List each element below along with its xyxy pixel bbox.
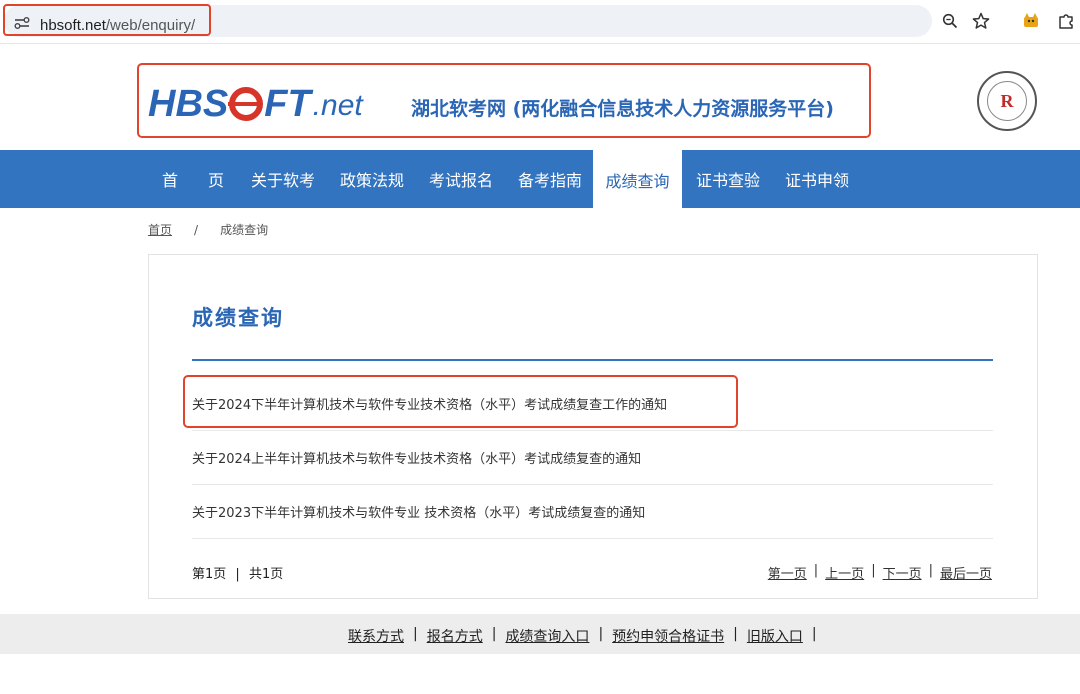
url-highlight-box <box>3 4 211 36</box>
bookmark-star-icon[interactable] <box>970 10 992 32</box>
certification-emblem-icon: R <box>977 71 1037 131</box>
footer-separator: | <box>598 626 604 642</box>
footer-link-contact[interactable]: 联系方式 <box>348 626 404 646</box>
nav-item-cert-apply[interactable]: 证书申领 <box>785 150 849 208</box>
nav-item-about[interactable]: 关于软考 <box>251 150 315 208</box>
site-header: HBS FT .net 湖北软考网 (两化融合信息技术人力资源服务平台) R <box>0 44 1080 150</box>
extensions-puzzle-icon[interactable] <box>1055 10 1077 32</box>
footer-separator: | <box>733 626 738 642</box>
breadcrumb-home-link[interactable]: 首页 <box>148 223 172 237</box>
footer-separator: | <box>413 626 418 642</box>
notice-highlight-box <box>183 375 738 428</box>
pager-first-link[interactable]: 第一页 <box>768 563 807 582</box>
breadcrumb: 首页 / 成绩查询 <box>148 221 268 238</box>
footer-separator: | <box>811 626 817 642</box>
footer-link-registration[interactable]: 报名方式 <box>427 626 483 646</box>
nav-item-cert-verify[interactable]: 证书查验 <box>696 150 760 208</box>
site-footer: 联系方式 | 报名方式 | 成绩查询入口 | 预约申领合格证书 | 旧版入口 | <box>0 614 1080 654</box>
emblem-letter: R <box>987 81 1027 121</box>
pager-prev-link[interactable]: 上一页 <box>825 563 864 582</box>
brand-highlight-box <box>137 63 871 138</box>
page-title: 成绩查询 <box>192 306 284 330</box>
nav-item-home-2[interactable]: 页 <box>208 150 224 208</box>
pager-summary: 第1页 | 共1页 <box>192 563 283 582</box>
footer-link-cert-booking[interactable]: 预约申领合格证书 <box>612 626 724 646</box>
pager-separator: | <box>871 563 876 578</box>
nav-item-policy[interactable]: 政策法规 <box>340 150 404 208</box>
zoom-icon[interactable] <box>939 10 961 32</box>
footer-links: 联系方式 | 报名方式 | 成绩查询入口 | 预约申领合格证书 | 旧版入口 | <box>348 626 826 646</box>
notice-link-3[interactable]: 关于2023下半年计算机技术与软件专业 技术资格（水平）考试成绩复查的通知 <box>192 485 993 539</box>
main-nav: 首 页 关于软考 政策法规 考试报名 备考指南 成绩查询 证书查验 证书申领 <box>0 150 1080 209</box>
notice-link-2[interactable]: 关于2024上半年计算机技术与软件专业技术资格（水平）考试成绩复查的通知 <box>192 431 993 485</box>
nav-item-score-query[interactable]: 成绩查询 <box>593 150 682 209</box>
pager-total: 共1页 <box>248 567 284 582</box>
footer-link-old-site[interactable]: 旧版入口 <box>747 626 803 646</box>
nav-item-registration[interactable]: 考试报名 <box>429 150 493 208</box>
pager-separator: | <box>928 563 933 578</box>
pager-summary-separator: | <box>235 567 240 582</box>
breadcrumb-separator: / <box>194 223 199 237</box>
pager-links: 第一页 | 上一页 | 下一页 | 最后一页 <box>768 563 992 582</box>
footer-link-score-query[interactable]: 成绩查询入口 <box>505 626 589 646</box>
breadcrumb-current: 成绩查询 <box>220 223 269 237</box>
footer-separator: | <box>491 626 497 642</box>
pager-separator: | <box>813 563 819 578</box>
nav-item-guide[interactable]: 备考指南 <box>518 150 582 208</box>
nav-item-home-1[interactable]: 首 <box>162 150 178 208</box>
title-divider <box>192 359 993 361</box>
browser-toolbar: hbsoft.net/web/enquiry/ <box>0 0 1080 44</box>
pager-current: 第1页 <box>192 567 227 582</box>
pager-last-link[interactable]: 最后一页 <box>940 563 992 582</box>
pager-next-link[interactable]: 下一页 <box>883 563 922 582</box>
extension-fox-icon[interactable] <box>1020 10 1042 32</box>
